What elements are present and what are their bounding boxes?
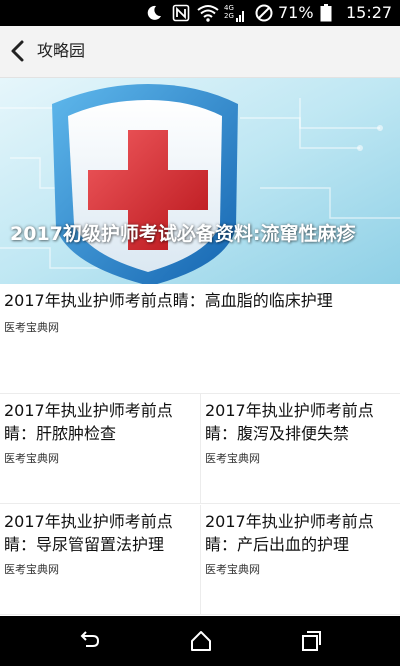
nav-recents-button[interactable]: [298, 628, 324, 654]
app-bar: 攻略园: [0, 26, 400, 78]
page-title: 攻略园: [37, 41, 86, 60]
network-label-top: 4G: [224, 4, 234, 12]
clock: 15:27: [346, 3, 393, 22]
article-source: 医考宝典网: [205, 452, 260, 465]
network-label-bottom: 2G: [224, 12, 234, 20]
do-not-disturb-icon: [255, 4, 273, 22]
navigation-bar: [0, 616, 400, 666]
battery-percentage: 71%: [278, 3, 314, 22]
status-bar: 4G 2G 71% 15:27: [0, 0, 400, 26]
battery-icon: [320, 4, 332, 22]
recents-icon: [302, 631, 321, 651]
article-title: 2017年执业护师考前点睛：腹泻及排便失禁: [205, 401, 374, 443]
shield-cross-illustration: [0, 78, 400, 284]
wifi-icon: [197, 4, 219, 22]
article-source: 医考宝典网: [4, 321, 59, 334]
back-nav-icon: [80, 631, 100, 647]
article-card[interactable]: 2017年执业护师考前点睛：导尿管留置法护理 医考宝典网: [0, 505, 200, 615]
article-card[interactable]: 2017年执业护师考前点睛：腹泻及排便失禁 医考宝典网: [200, 394, 400, 504]
article-source: 医考宝典网: [4, 452, 59, 465]
article-source: 医考宝典网: [4, 563, 59, 576]
article-title: 2017年执业护师考前点睛：导尿管留置法护理: [4, 512, 173, 554]
article-card[interactable]: 2017年执业护师考前点睛：肝脓肿检查 医考宝典网: [0, 394, 200, 504]
article-card[interactable]: 2017年执业护师考前点睛：产后出血的护理 医考宝典网: [200, 505, 400, 615]
nfc-icon: [172, 4, 190, 22]
article-title: 2017年执业护师考前点睛：高血脂的临床护理: [4, 291, 333, 310]
article-title: 2017年执业护师考前点睛：产后出血的护理: [205, 512, 374, 554]
banner-title: 2017初级护师考试必备资料:流窜性麻疹: [10, 223, 356, 245]
back-button[interactable]: [6, 38, 32, 64]
nav-home-button[interactable]: [188, 628, 214, 654]
signal-icon: 4G 2G: [224, 4, 234, 22]
banner[interactable]: 2017初级护师考试必备资料:流窜性麻疹: [0, 78, 400, 284]
article-title: 2017年执业护师考前点睛：肝脓肿检查: [4, 401, 173, 443]
nav-back-button[interactable]: [76, 628, 102, 654]
moon-icon: [146, 4, 162, 22]
article-card[interactable]: 2017年执业护师考前点睛：高血脂的临床护理 医考宝典网: [0, 284, 400, 394]
chevron-left-icon: [11, 40, 24, 62]
home-icon: [191, 631, 211, 651]
article-source: 医考宝典网: [205, 563, 260, 576]
signal-bars-icon: [236, 6, 246, 24]
